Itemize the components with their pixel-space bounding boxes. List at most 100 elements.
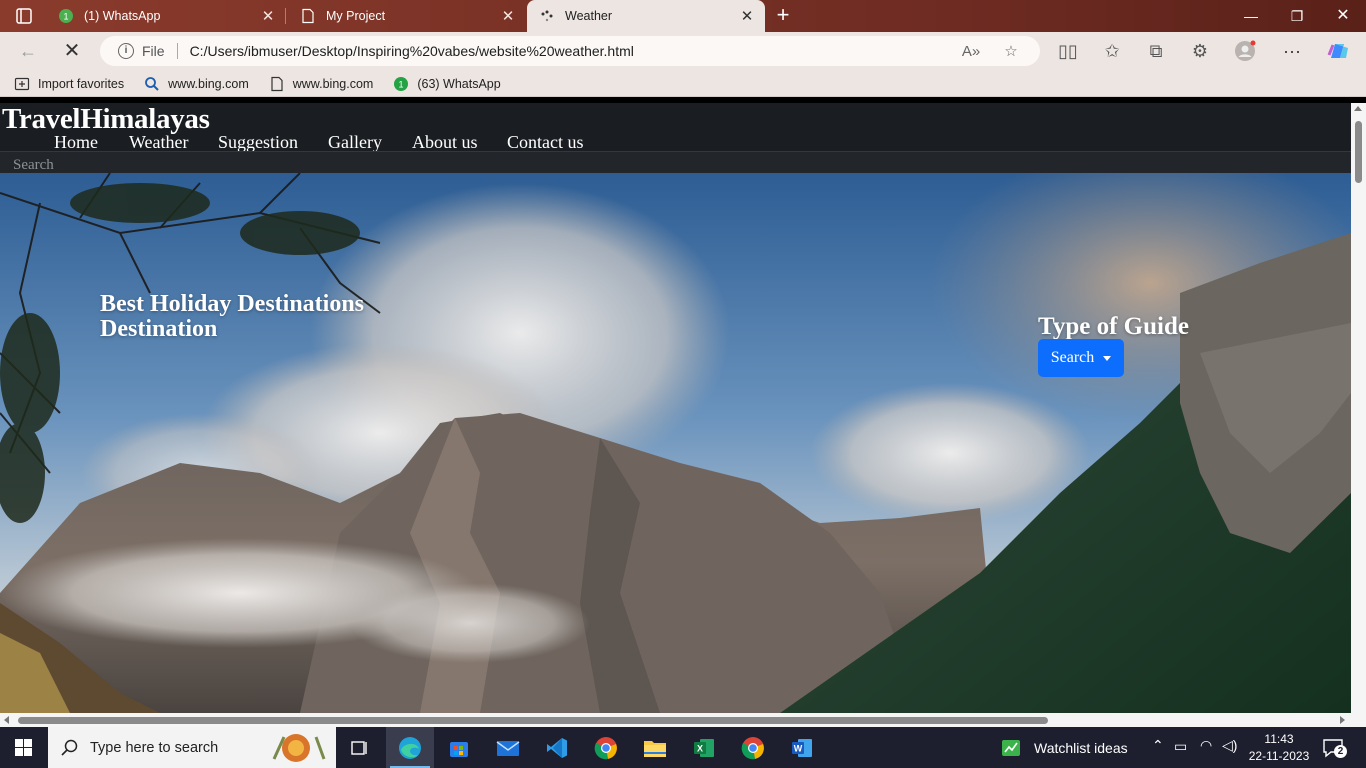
- vscode-app-icon[interactable]: [533, 727, 581, 768]
- read-aloud-icon[interactable]: A»: [960, 43, 982, 60]
- svg-text:X: X: [697, 743, 703, 753]
- address-bar[interactable]: i File C:/Users/ibmuser/Desktop/Inspirin…: [100, 36, 1040, 66]
- restore-icon[interactable]: ❐: [1274, 0, 1320, 32]
- split-screen-icon[interactable]: ▯▯: [1056, 40, 1080, 62]
- tab-title: My Project: [326, 9, 386, 23]
- whatsapp-icon: 1: [394, 76, 409, 91]
- tab-actions-icon[interactable]: [8, 4, 40, 28]
- watchlist-label: Watchlist ideas: [1034, 739, 1128, 756]
- nav-home[interactable]: Home: [54, 132, 98, 153]
- favorite-whatsapp[interactable]: 1 (63) WhatsApp: [393, 76, 501, 92]
- svg-text:1: 1: [63, 12, 68, 22]
- notifications-icon[interactable]: 2: [1322, 737, 1347, 759]
- battery-icon[interactable]: ▭: [1174, 738, 1187, 755]
- close-icon[interactable]: ✕: [256, 7, 280, 25]
- store-app-icon[interactable]: [435, 727, 483, 768]
- taskbar-clock[interactable]: 11:43 22-11-2023: [1244, 731, 1314, 765]
- edge-app-icon[interactable]: [386, 727, 434, 768]
- scroll-left-icon[interactable]: [4, 716, 9, 724]
- more-options-icon[interactable]: ···: [1280, 40, 1304, 62]
- favorite-bing-2[interactable]: www.bing.com: [269, 76, 373, 92]
- site-search-input[interactable]: [0, 152, 400, 172]
- favorite-label: (63) WhatsApp: [417, 76, 501, 91]
- import-icon: [14, 77, 30, 90]
- tab-title: (1) WhatsApp: [84, 9, 161, 23]
- wifi-icon[interactable]: ◠: [1200, 737, 1212, 754]
- close-icon[interactable]: ✕: [496, 7, 520, 25]
- file-explorer-app-icon[interactable]: [631, 727, 679, 768]
- caret-down-icon: [1103, 355, 1112, 361]
- nav-weather[interactable]: Weather: [129, 132, 189, 153]
- minimize-icon[interactable]: —: [1228, 0, 1274, 32]
- stocks-widget-icon: [1002, 739, 1020, 756]
- nav-gallery[interactable]: Gallery: [328, 132, 382, 153]
- stop-loading-icon[interactable]: ✕: [60, 40, 84, 62]
- bing-search-icon: [145, 76, 159, 91]
- taskbar-search-placeholder: Type here to search: [90, 739, 219, 756]
- word-app-icon[interactable]: W: [778, 727, 826, 768]
- divider: [176, 43, 178, 59]
- vertical-scrollbar[interactable]: [1351, 103, 1366, 713]
- headline-line-2: Destination: [100, 316, 218, 342]
- windows-start-icon[interactable]: [0, 727, 48, 768]
- close-window-icon[interactable]: ✕: [1320, 0, 1366, 32]
- taskbar-search-box[interactable]: Type here to search: [48, 727, 336, 768]
- nav-contact-us[interactable]: Contact us: [507, 132, 584, 153]
- excel-app-icon[interactable]: X: [680, 727, 728, 768]
- chevron-up-icon[interactable]: ⌃: [1152, 737, 1164, 754]
- clock-time: 11:43: [1264, 732, 1294, 746]
- close-icon[interactable]: ✕: [735, 7, 759, 25]
- guide-search-dropdown-button[interactable]: Search: [1038, 339, 1124, 377]
- nav-suggestion[interactable]: Suggestion: [218, 132, 298, 153]
- new-tab-icon[interactable]: +: [770, 4, 796, 28]
- whatsapp-icon: 1: [59, 9, 73, 23]
- profile-avatar-icon[interactable]: [1233, 40, 1257, 62]
- chrome-app-icon[interactable]: [582, 727, 630, 768]
- tab-strip: 1 (1) WhatsApp ✕ My Project ✕ Weather ✕ …: [0, 0, 1366, 32]
- horizontal-scrollbar[interactable]: [0, 713, 1366, 727]
- task-view-icon[interactable]: [336, 727, 384, 768]
- watchlist-widget[interactable]: Watchlist ideas: [1000, 727, 1128, 768]
- svg-text:W: W: [794, 743, 803, 753]
- favorites-bar: Import favorites www.bing.com www.bing.c…: [0, 71, 1366, 97]
- page-icon: [302, 8, 314, 24]
- page-viewport: TravelHimalayas Home Weather Suggestion …: [0, 103, 1351, 713]
- scroll-right-icon[interactable]: [1340, 716, 1345, 724]
- favorite-bing-1[interactable]: www.bing.com: [144, 76, 249, 92]
- headline: Best Holiday Destinations Destination: [100, 292, 364, 342]
- copilot-icon[interactable]: [1326, 40, 1350, 62]
- tab-separator: [285, 8, 286, 24]
- collections-icon[interactable]: ⧉: [1144, 40, 1168, 62]
- headline-line-1: Best Holiday Destinations: [100, 291, 365, 317]
- tab-title: Weather: [565, 9, 613, 23]
- mountain-hero-image: [0, 173, 1351, 713]
- scroll-thumb[interactable]: [1355, 121, 1362, 183]
- svg-text:1: 1: [399, 79, 404, 89]
- scheme-label: File: [142, 43, 165, 59]
- favorites-icon[interactable]: ✩: [1100, 40, 1124, 62]
- scroll-thumb[interactable]: [18, 717, 1048, 724]
- back-icon[interactable]: ←: [16, 40, 40, 62]
- guide-button-label: Search: [1050, 349, 1095, 366]
- search-icon: [61, 739, 78, 756]
- tab-whatsapp[interactable]: 1 (1) WhatsApp ✕: [46, 0, 286, 32]
- favorite-import[interactable]: Import favorites: [14, 76, 124, 92]
- volume-icon[interactable]: ◁): [1222, 737, 1237, 754]
- mail-app-icon[interactable]: [484, 727, 532, 768]
- browser-toolbar: ← ✕ i File C:/Users/ibmuser/Desktop/Insp…: [0, 32, 1366, 71]
- favorite-label: www.bing.com: [168, 76, 249, 91]
- tab-weather[interactable]: Weather ✕: [527, 0, 765, 32]
- extensions-icon[interactable]: ⚙: [1188, 40, 1212, 62]
- loading-icon: [541, 10, 553, 22]
- page-icon: [271, 76, 283, 91]
- nav-about-us[interactable]: About us: [412, 132, 478, 153]
- chrome-app-icon-2[interactable]: [729, 727, 777, 768]
- guide-title: Type of Guide: [1038, 313, 1189, 340]
- scroll-up-icon[interactable]: [1354, 106, 1362, 111]
- info-icon[interactable]: i: [118, 43, 134, 59]
- tab-my-project[interactable]: My Project ✕: [288, 0, 526, 32]
- favorite-star-icon[interactable]: ☆: [1000, 42, 1022, 60]
- site-navbar: TravelHimalayas Home Weather Suggestion …: [0, 103, 1351, 173]
- url-text[interactable]: C:/Users/ibmuser/Desktop/Inspiring%20vab…: [190, 43, 960, 59]
- notification-count-badge: 2: [1334, 745, 1347, 758]
